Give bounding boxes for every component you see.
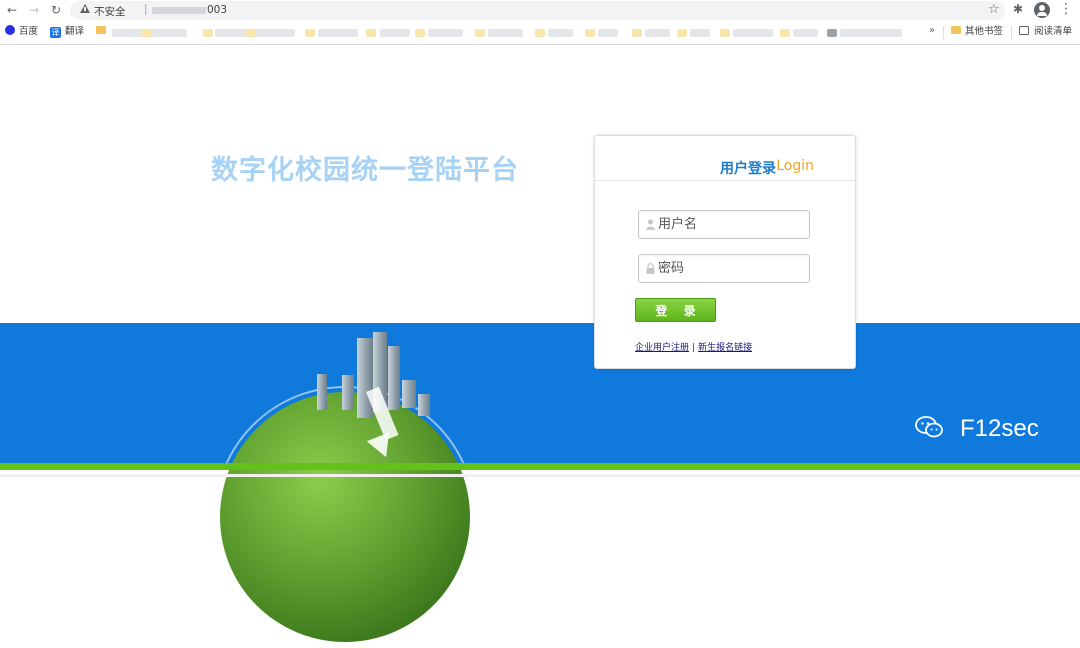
wechat-icon: [915, 416, 943, 438]
login-title-en: Login: [776, 158, 814, 174]
redacted-bookmark-folder: [203, 29, 213, 37]
login-header: 用户登录 Login: [595, 136, 855, 181]
redacted-bookmarks: [840, 29, 902, 37]
user-icon: [646, 219, 655, 230]
username-field[interactable]: [638, 210, 810, 239]
forward-icon[interactable]: →: [26, 2, 42, 18]
bookmark-baidu-label: 百度: [19, 26, 39, 37]
redacted-bookmarks: [793, 29, 818, 37]
bookmarks-bar: 百度 译翻译 » 其他书签 阅读清单: [0, 21, 1080, 45]
watermark-text: F12sec: [960, 415, 1039, 442]
url-redacted: [152, 7, 206, 14]
login-button[interactable]: 登 录: [635, 298, 716, 322]
folder-icon: [951, 26, 961, 34]
reading-list-icon: [1019, 26, 1029, 35]
redacted-bookmark-folder: [366, 29, 376, 37]
enterprise-register-link[interactable]: 企业用户注册: [635, 343, 689, 353]
redacted-bookmarks: [645, 29, 670, 37]
link-separator: |: [692, 343, 696, 353]
redacted-bookmarks: [428, 29, 463, 37]
password-input[interactable]: [658, 258, 803, 279]
redacted-bookmark-folder: [677, 29, 687, 37]
back-icon[interactable]: ←: [4, 2, 20, 18]
redacted-bookmark-folder: [475, 29, 485, 37]
bookmarks-divider: [943, 26, 944, 39]
url-separator: |: [144, 3, 148, 15]
star-icon[interactable]: ☆: [988, 2, 1000, 17]
folder-icon: [96, 26, 106, 34]
lock-icon: [646, 263, 655, 274]
reload-icon[interactable]: ↻: [48, 2, 64, 18]
new-student-link[interactable]: 新生报名链接: [698, 343, 752, 353]
bookmarks-more-icon[interactable]: »: [929, 25, 935, 36]
menu-icon[interactable]: ⋮: [1059, 1, 1073, 17]
bookmark-other[interactable]: 其他书签: [951, 25, 1003, 39]
building-illustration: [317, 374, 327, 410]
redacted-bookmark-folder: [585, 29, 595, 37]
building-illustration: [342, 375, 354, 410]
translate-icon: 译: [50, 27, 61, 38]
redacted-bookmark-folder: [632, 29, 642, 37]
blue-banner: [0, 323, 1080, 463]
login-links: 企业用户注册 | 新生报名链接: [635, 340, 752, 353]
extensions-icon[interactable]: ✱: [1013, 2, 1023, 16]
building-illustration: [357, 338, 373, 418]
redacted-bookmarks: [690, 29, 710, 37]
redacted-bookmarks: [598, 29, 618, 37]
redacted-bookmark-folder: [780, 29, 790, 37]
browser-toolbar: ← → ↻ 不安全 | 003 ☆ ✱ ⋮: [0, 0, 1080, 21]
redacted-bookmark-folder: [142, 29, 152, 37]
insecure-label: 不安全: [94, 6, 126, 18]
building-illustration: [388, 346, 400, 410]
redacted-bookmark-folder: [415, 29, 425, 37]
redacted-bookmarks: [380, 29, 410, 37]
globe-illustration: [220, 392, 470, 642]
bookmark-baidu[interactable]: 百度: [5, 25, 38, 39]
username-input[interactable]: [658, 214, 803, 235]
url-text: 003: [207, 4, 228, 16]
warning-icon: [80, 4, 90, 13]
redacted-bookmarks: [318, 29, 358, 37]
green-strip: [0, 463, 1080, 470]
building-illustration: [402, 380, 416, 408]
password-field[interactable]: [638, 254, 810, 283]
bookmarks-divider: [1011, 26, 1012, 39]
address-bar[interactable]: 不安全 | 003 ☆: [70, 1, 1005, 20]
baidu-icon: [5, 25, 15, 35]
redacted-bookmark-folder: [720, 29, 730, 37]
login-title: 用户登录: [720, 161, 776, 177]
reading-list[interactable]: 阅读清单: [1019, 25, 1072, 39]
redacted-bookmarks: [488, 29, 523, 37]
login-panel: 用户登录 Login 登 录 企业用户注册|新生报名链接: [594, 135, 856, 369]
bookmark-other-label: 其他书签: [965, 26, 1004, 37]
building-illustration: [418, 394, 430, 416]
bookmark-fanyi[interactable]: 译翻译: [50, 25, 84, 39]
bookmark-fanyi-label: 翻译: [65, 26, 85, 37]
profile-icon[interactable]: [1034, 2, 1050, 18]
redacted-bookmarks: [733, 29, 773, 37]
bookmark-folder-1[interactable]: [96, 25, 110, 39]
redacted-bookmark-folder: [827, 29, 837, 37]
page-title: 数字化校园统一登陆平台: [211, 155, 519, 186]
redacted-bookmark-folder: [305, 29, 315, 37]
redacted-bookmark-folder: [246, 29, 256, 37]
redacted-bookmarks: [548, 29, 573, 37]
redacted-bookmark-folder: [535, 29, 545, 37]
reading-list-label: 阅读清单: [1034, 26, 1073, 37]
